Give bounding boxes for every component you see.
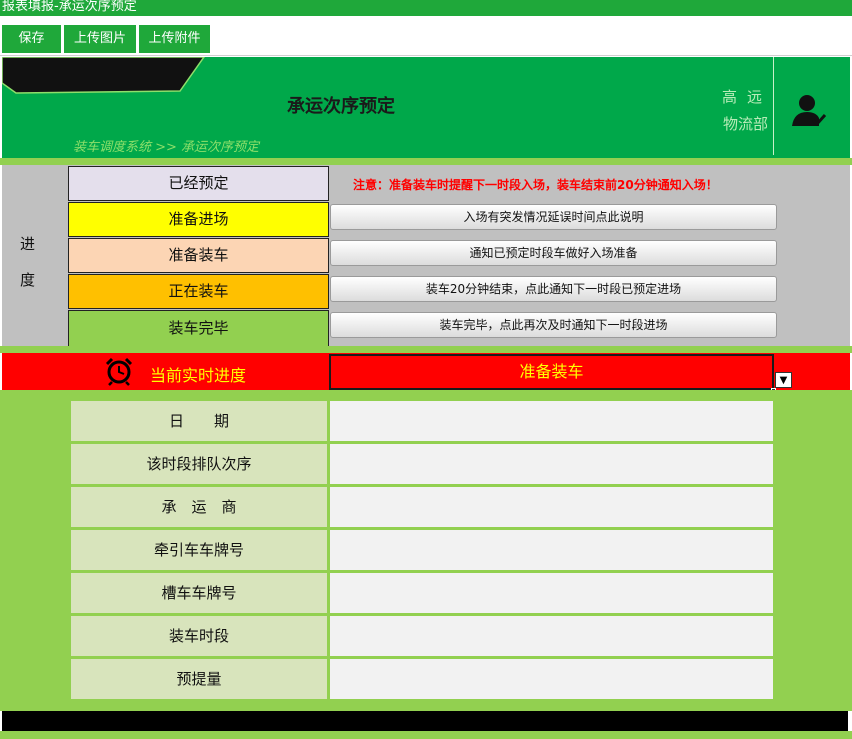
alarm-clock-icon (104, 356, 134, 386)
notice-text: 注意：准备装车时提醒下一时段入场，装车结束前20分钟通知入场！ (353, 178, 718, 192)
progress-label-line1: 进 (20, 235, 36, 253)
tractor-plate-label: 牵引车车牌号 (71, 530, 327, 570)
loading-slot-label: 装车时段 (71, 616, 327, 656)
upload-attachment-button[interactable]: 上传附件 (139, 25, 210, 53)
realtime-label: 当前实时进度 (150, 366, 247, 385)
upload-image-button[interactable]: 上传图片 (64, 25, 136, 53)
user-check-icon (790, 94, 828, 128)
user-name: 高远 (722, 88, 773, 106)
page-title: 承运次序预定 (287, 96, 395, 117)
footer-band (0, 731, 852, 739)
header-decoration (2, 57, 205, 94)
tank-plate-label: 槽车车牌号 (71, 573, 327, 613)
queue-order-label: 该时段排队次序 (71, 444, 327, 484)
carrier-field[interactable] (330, 487, 773, 527)
divider-band (0, 158, 852, 165)
window-title: 报表填报-承运次序预定 (0, 0, 852, 16)
header-divider (773, 57, 774, 155)
tractor-plate-field[interactable] (330, 530, 773, 570)
progress-label: 进 度 (20, 226, 35, 298)
notify-done-button[interactable]: 装车完毕，点此再次及时通知下一时段进场 (330, 312, 777, 338)
status-ready-load: 准备装车 (68, 238, 329, 273)
chevron-down-icon[interactable]: ▼ (775, 372, 792, 388)
delay-explain-button[interactable]: 入场有突发情况延误时间点此说明 (330, 204, 777, 230)
date-label: 日 期 (71, 401, 327, 441)
date-field[interactable] (330, 401, 773, 441)
tank-plate-field[interactable] (330, 573, 773, 613)
pickup-amount-field[interactable] (330, 659, 773, 699)
status-booked: 已经预定 (68, 166, 329, 201)
status-ready-enter: 准备进场 (68, 202, 329, 237)
notify-prepare-button[interactable]: 通知已预定时段车做好入场准备 (330, 240, 777, 266)
status-loading: 正在装车 (68, 274, 329, 309)
pickup-amount-label: 预提量 (71, 659, 327, 699)
progress-label-line2: 度 (20, 271, 36, 289)
breadcrumb: 装车调度系统 >> 承运次序预定 (73, 140, 260, 155)
footer-bar (2, 711, 848, 731)
realtime-status-select[interactable]: 准备装车 (329, 354, 774, 390)
carrier-label: 承 运 商 (71, 487, 327, 527)
notify-next-enter-button[interactable]: 装车20分钟结束，点此通知下一时段已预定进场 (330, 276, 777, 302)
save-button[interactable]: 保存 (2, 25, 61, 53)
divider-band (0, 346, 852, 353)
user-department: 物流部 (723, 115, 769, 133)
loading-slot-field[interactable] (330, 616, 773, 656)
status-done: 装车完毕 (68, 310, 329, 347)
queue-order-field[interactable] (330, 444, 773, 484)
